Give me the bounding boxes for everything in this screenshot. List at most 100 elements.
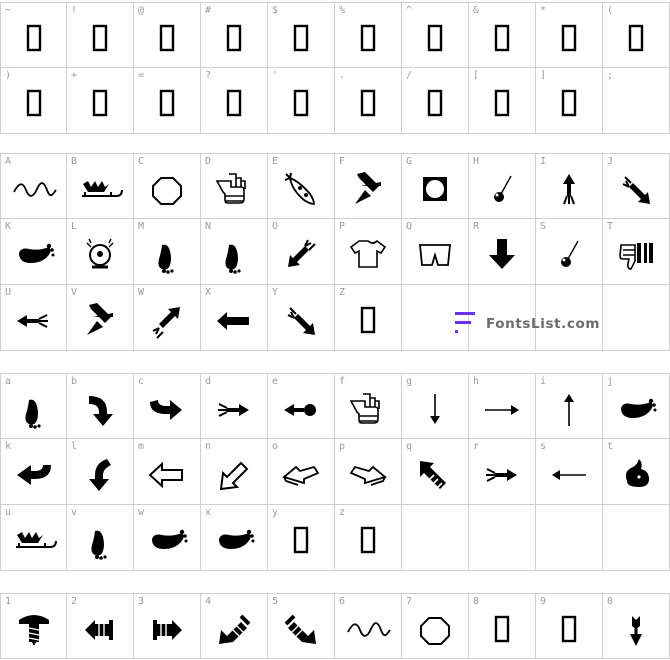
glyph-key-label: c: [138, 376, 145, 387]
glyph-cell: C: [134, 153, 201, 219]
glyph-key-label: T: [607, 221, 614, 232]
arrow-curve-left-icon: [11, 453, 57, 497]
glyph-cell: [536, 505, 603, 571]
glyph-cell: .: [335, 68, 402, 134]
glyph-cell: R: [469, 219, 536, 285]
glyph-key-label: 4: [205, 596, 212, 607]
screw-icon: [11, 608, 57, 652]
arrow-down-right-feather-icon: [613, 168, 659, 212]
box-icon: [345, 17, 391, 61]
glyph-cell: O: [268, 219, 335, 285]
glyph-cell: F: [335, 153, 402, 219]
rocket-icon: [278, 168, 324, 212]
glyph-key-label: *: [540, 5, 547, 16]
glyph-cell: y: [268, 505, 335, 571]
glyph-cell: M: [134, 219, 201, 285]
glyph-cell: x: [201, 505, 268, 571]
glyph-cell: u: [0, 505, 67, 571]
glyph-cell: 7: [402, 593, 469, 659]
glyph-key-label: #: [205, 5, 212, 16]
sled-icon: [11, 519, 57, 563]
glyph-key-label: 6: [339, 596, 346, 607]
fontslist-watermark: FontsList.com: [454, 310, 624, 338]
glyph-cell: ;: [603, 68, 670, 134]
glyph-cell: j: [603, 373, 670, 439]
box-icon: [479, 608, 525, 652]
glyph-cell: H: [469, 153, 536, 219]
glyph-key-label: .: [339, 70, 346, 81]
glyph-key-label: (: [607, 5, 614, 16]
glyph-cell: h: [469, 373, 536, 439]
glyph-key-label: Y: [272, 287, 279, 298]
glyph-key-label: V: [71, 287, 78, 298]
glyph-cell: (: [603, 2, 670, 68]
arrow-screw-left-icon: [77, 608, 123, 652]
glyph-cell: 6: [335, 593, 402, 659]
glyph-key-label: r: [473, 441, 480, 452]
glyph-key-label: 9: [540, 596, 547, 607]
glyph-cell: #: [201, 2, 268, 68]
arrow-curve-down-left-icon: [77, 453, 123, 497]
arrow-down-small-icon: [613, 608, 659, 652]
glyph-cell: k: [0, 439, 67, 505]
footprint-icon: [211, 233, 257, 277]
glyph-cell: T: [603, 219, 670, 285]
glyph-cell: E: [268, 153, 335, 219]
glyph-key-label: ~: [5, 5, 12, 16]
glyph-key-label: X: [205, 287, 212, 298]
arrow-left-ball-icon: [278, 388, 324, 432]
glyph-cell: N: [201, 219, 268, 285]
arrow-curve-right-icon: [144, 388, 190, 432]
glyph-key-label: C: [138, 156, 145, 167]
watermark-text: FontsList.com: [486, 316, 601, 332]
glyph-key-label: 8: [473, 596, 480, 607]
sled-icon: [77, 168, 123, 212]
glyph-cell: Q: [402, 219, 469, 285]
box-icon: [546, 608, 592, 652]
octagon-icon: [144, 168, 190, 212]
arrow-screw-right-icon: [144, 608, 190, 652]
arrow-screw-down-left-icon: [211, 608, 257, 652]
arrow-down-left-feather-icon: [278, 233, 324, 277]
glyph-cell: p: [335, 439, 402, 505]
foot-side-icon: [144, 519, 190, 563]
glyph-cell: @: [134, 2, 201, 68]
glyph-cell: [603, 505, 670, 571]
glyph-key-label: J: [607, 156, 614, 167]
glyph-cell: [402, 505, 469, 571]
glyph-key-label: y: [272, 507, 279, 518]
glyph-key-label: ;: [607, 70, 614, 81]
glyph-cell: ~: [0, 2, 67, 68]
glyph-key-label: N: [205, 221, 212, 232]
glyph-key-label: t: [607, 441, 614, 452]
glyph-cell: %: [335, 2, 402, 68]
glyph-key-label: v: [71, 507, 78, 518]
glyph-key-label: S: [540, 221, 547, 232]
box-icon: [11, 17, 57, 61]
glyph-key-label: 3: [138, 596, 145, 607]
glyph-cell: d: [201, 373, 268, 439]
glyph-cell: &: [469, 2, 536, 68]
box-icon: [77, 82, 123, 126]
glyph-key-label: h: [473, 376, 480, 387]
arrow-thin-up-icon: [546, 388, 592, 432]
box-icon: [345, 82, 391, 126]
glyph-cell: J: [603, 153, 670, 219]
glyph-cell: B: [67, 153, 134, 219]
glyph-cell: X: [201, 285, 268, 351]
box-icon: [278, 82, 324, 126]
glyph-key-label: 1: [5, 596, 12, 607]
glyph-cell: /: [402, 68, 469, 134]
glyph-cell: 1: [0, 593, 67, 659]
arrow-thin-left-icon: [546, 453, 592, 497]
glyph-key-label: B: [71, 156, 78, 167]
glyph-key-label: 7: [406, 596, 413, 607]
arrow-down-right-feather-icon: [278, 299, 324, 343]
squiggle-icon: [11, 168, 57, 212]
glyph-key-label: P: [339, 221, 346, 232]
arrow-outline-left-icon: [144, 453, 190, 497]
box-icon: [345, 299, 391, 343]
arrow-thick-left-icon: [211, 299, 257, 343]
glyph-cell: U: [0, 285, 67, 351]
box-icon: [278, 519, 324, 563]
